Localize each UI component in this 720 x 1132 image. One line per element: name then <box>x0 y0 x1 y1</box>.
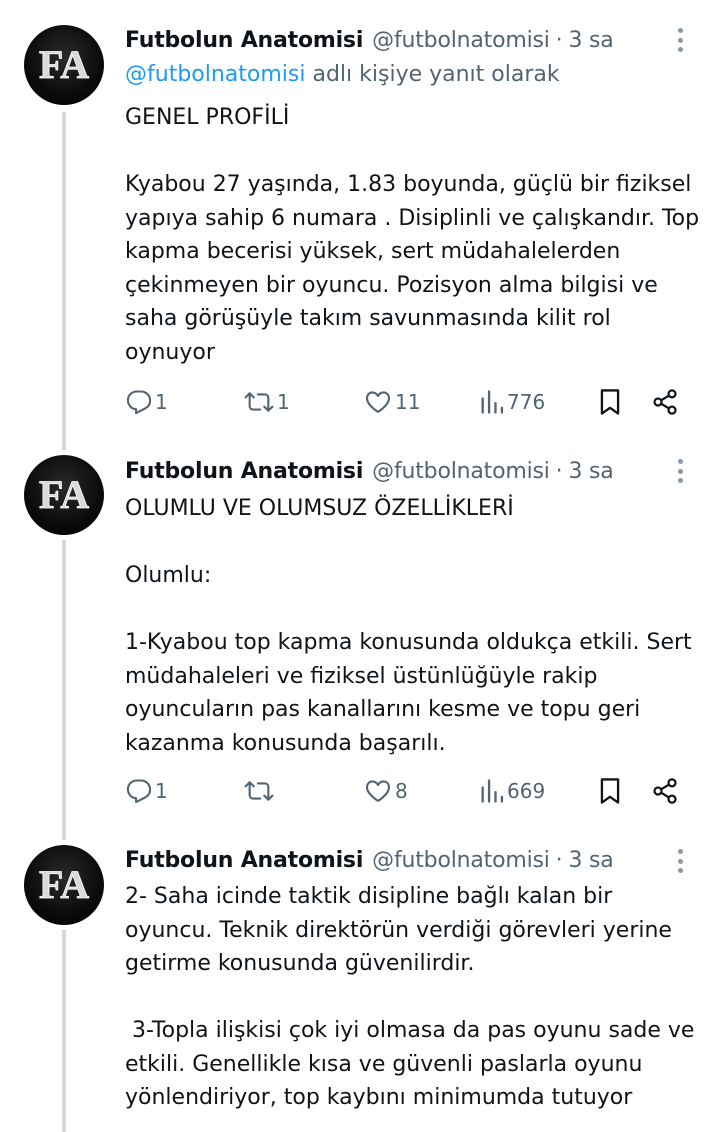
repost-icon <box>244 392 274 412</box>
repost-button[interactable]: 1 <box>243 384 290 420</box>
share-icon <box>653 778 677 804</box>
like-count: 11 <box>395 390 421 414</box>
reply-count: 1 <box>155 779 168 803</box>
author-name[interactable]: Futbolun Anatomisi <box>125 459 363 484</box>
author-handle[interactable]: @futbolnatomisi <box>372 28 550 53</box>
timestamp[interactable]: 3 sa <box>568 848 613 873</box>
share-button[interactable] <box>651 773 679 809</box>
action-bar: 1 1 11 776 <box>125 384 690 420</box>
bookmark-button[interactable] <box>597 384 623 420</box>
author-handle[interactable]: @futbolnatomisi <box>372 848 550 873</box>
avatar[interactable]: FA <box>24 845 104 925</box>
author-handle[interactable]: @futbolnatomisi <box>372 459 550 484</box>
like-button[interactable]: 8 <box>363 773 408 809</box>
separator-dot: · <box>555 458 563 484</box>
reply-context-label: adlı kişiye yanıt olarak <box>305 62 560 87</box>
reply-context: @futbolnatomisi adlı kişiye yanıt olarak <box>125 62 560 87</box>
avatar-logo: FA <box>38 472 89 518</box>
reply-count: 1 <box>155 390 168 414</box>
tweet-1[interactable]: FA Futbolun Anatomisi @futbolnatomisi · … <box>0 0 720 450</box>
share-button[interactable] <box>651 384 679 420</box>
views-button[interactable]: 776 <box>479 384 545 420</box>
timestamp[interactable]: 3 sa <box>568 459 613 484</box>
action-bar: 1 8 669 <box>125 773 690 809</box>
tweet-text: 2- Saha icinde taktik disipline bağlı ka… <box>125 884 695 1110</box>
avatar[interactable]: FA <box>24 455 104 535</box>
like-count: 8 <box>395 779 408 803</box>
avatar-logo: FA <box>38 862 89 908</box>
views-count: 776 <box>507 390 546 414</box>
reply-button[interactable]: 1 <box>125 384 168 420</box>
svg-text:FA: FA <box>39 472 89 517</box>
bookmark-button[interactable] <box>597 773 623 809</box>
reply-mention-link[interactable]: @futbolnatomisi <box>125 62 305 87</box>
tweet-2[interactable]: FA Futbolun Anatomisi @futbolnatomisi · … <box>0 450 720 840</box>
repost-button[interactable] <box>243 773 277 809</box>
separator-dot: · <box>555 27 563 53</box>
more-icon[interactable] <box>670 846 690 876</box>
tweet-header: Futbolun Anatomisi @futbolnatomisi · 3 s… <box>125 453 720 489</box>
repost-count: 1 <box>277 390 290 414</box>
views-count: 669 <box>507 779 546 803</box>
views-icon <box>481 390 504 414</box>
tweet-header: Futbolun Anatomisi @futbolnatomisi · 3 s… <box>125 842 720 878</box>
reply-button[interactable]: 1 <box>125 773 168 809</box>
tweet-header: Futbolun Anatomisi @futbolnatomisi · 3 s… <box>125 22 720 58</box>
tweet-3[interactable]: FA Futbolun Anatomisi @futbolnatomisi · … <box>0 840 720 1132</box>
more-icon[interactable] <box>670 456 690 486</box>
thread-line <box>62 930 66 1132</box>
thread-line <box>62 540 66 840</box>
reply-icon <box>126 779 152 804</box>
author-name[interactable]: Futbolun Anatomisi <box>125 848 363 873</box>
share-icon <box>653 389 677 415</box>
views-icon <box>481 779 504 803</box>
tweet-text: GENEL PROFİLİ Kyabou 27 yaşında, 1.83 bo… <box>125 105 700 365</box>
reply-icon <box>126 390 152 415</box>
more-icon[interactable] <box>670 25 690 55</box>
views-button[interactable]: 669 <box>479 773 545 809</box>
avatar[interactable]: FA <box>24 25 104 105</box>
repost-icon <box>244 781 274 801</box>
like-icon <box>365 391 391 413</box>
author-name[interactable]: Futbolun Anatomisi <box>125 28 363 53</box>
svg-text:FA: FA <box>39 862 89 907</box>
bookmark-icon <box>600 778 620 804</box>
like-icon <box>365 780 391 802</box>
tweet-text: OLUMLU VE OLUMSUZ ÖZELLİKLERİ Olumlu: 1-… <box>125 496 692 756</box>
separator-dot: · <box>555 847 563 873</box>
avatar-logo: FA <box>38 42 89 88</box>
bookmark-icon <box>600 389 620 415</box>
like-button[interactable]: 11 <box>363 384 420 420</box>
thread-line <box>62 112 66 450</box>
svg-text:FA: FA <box>39 42 89 87</box>
timestamp[interactable]: 3 sa <box>568 28 613 53</box>
